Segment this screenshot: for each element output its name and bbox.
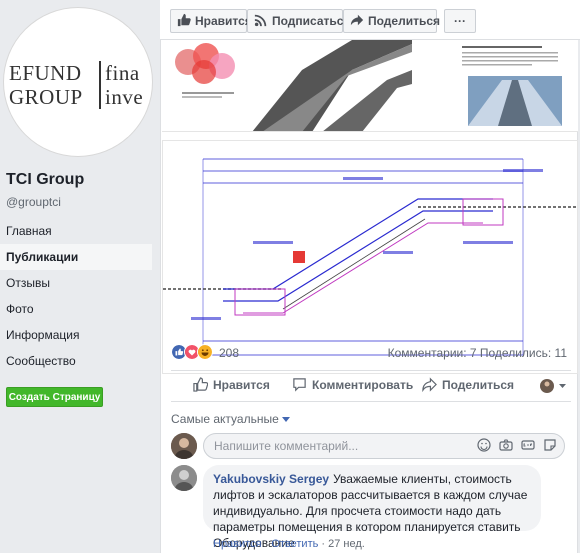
page-nav: Главная Публикации Отзывы Фото Информаци… [0,218,152,374]
page-actions-bar: Нравится Подписаться Поделиться ··· [160,0,580,40]
share-arrow-icon [350,14,364,26]
nav-item-community[interactable]: Сообщество [0,348,152,374]
meta-separator: · [318,538,329,550]
post-image-escalator-brochure[interactable] [162,40,578,132]
meta-separator: · [261,538,272,550]
haha-reaction-icon [197,344,213,360]
comment-like-link[interactable]: Нравится [213,538,262,550]
post-share-button[interactable]: Поделиться [422,377,515,392]
comments-shares-count[interactable]: Комментарии: 7 Поделились: 11 [388,346,567,360]
post-as-selector[interactable] [539,378,569,394]
nav-item-posts[interactable]: Публикации [0,244,152,270]
comment-bubble-icon [293,378,306,392]
post-share-label: Поделиться [442,378,515,392]
nav-item-home[interactable]: Главная [0,218,152,244]
thumbs-up-icon [193,377,208,392]
post-comment-button[interactable]: Комментировать [292,378,413,392]
page-avatar[interactable]: EFUND fina GROUP inve [4,8,152,156]
sticker-icon[interactable] [543,438,557,452]
comment-author[interactable]: Yakubovskiy Sergey [213,472,329,486]
nav-item-photos[interactable]: Фото [0,296,152,322]
escalator-brochure-graphic [162,40,578,131]
post-actions: Нравится Комментировать Поделиться [171,370,571,402]
thumbs-up-icon [177,13,191,27]
comment-composer: Напишите комментарий... [171,433,571,459]
reactions-summary: 208 Комментарии: 7 Поделились: 11 [171,344,571,362]
caret-down-icon [281,417,290,423]
page-name[interactable]: TCI Group [6,171,84,189]
post-image-escalator-drawing[interactable] [162,140,578,374]
page-follow-label: Подписаться [272,14,351,28]
gif-icon[interactable] [521,438,535,452]
more-options-button[interactable]: ··· [444,9,476,33]
company-logo: EFUND fina GROUP inve [9,61,144,109]
page-like-label: Нравится [195,14,252,28]
rss-icon [254,14,267,27]
comment-meta: Нравится · Ответить · 27 нед. [213,538,365,550]
comment-sort-dropdown[interactable]: Самые актуальные [171,412,290,426]
comment-sort-label: Самые актуальные [171,412,279,426]
current-user-avatar [171,433,197,459]
share-arrow-icon [422,377,437,392]
post-like-label: Нравится [213,378,270,392]
camera-icon[interactable] [499,438,513,452]
page-follow-button[interactable]: Подписаться [247,9,350,33]
page-share-button[interactable]: Поделиться [343,9,441,33]
escalator-technical-drawing [163,141,577,373]
create-page-button[interactable]: Создать Страницу [6,387,103,407]
page-share-label: Поделиться [368,14,441,28]
post-like-button[interactable]: Нравится [193,377,270,392]
comment-tools [477,438,557,452]
reaction-icons[interactable] [171,344,213,360]
nav-item-reviews[interactable]: Отзывы [0,270,152,296]
reactions-count[interactable]: 208 [219,346,239,360]
comment-bubble: Yakubovskiy Sergey Уважаемые клиенты, сто… [203,465,541,550]
page-like-button[interactable]: Нравится [170,9,252,33]
post-comment-label: Комментировать [312,378,414,392]
profile-avatar-icon [540,379,566,393]
comment-reply-link[interactable]: Ответить [271,538,318,550]
page-sidebar: EFUND fina GROUP inve TCI Group @grouptc… [0,0,160,553]
comment-author-avatar[interactable] [171,465,197,491]
post-card: 208 Комментарии: 7 Поделились: 11 Нравит… [160,40,578,553]
emoji-icon[interactable] [477,438,491,452]
nav-item-about[interactable]: Информация [0,322,152,348]
page-handle[interactable]: @grouptci [6,195,61,209]
comment-timestamp[interactable]: 27 нед. [328,538,365,550]
